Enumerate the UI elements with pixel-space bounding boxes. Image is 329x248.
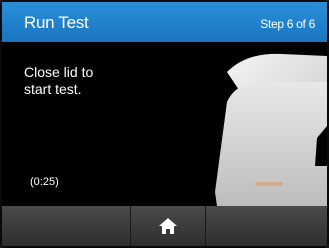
footer-bar xyxy=(2,206,327,246)
header-bar: Run Test Step 6 of 6 xyxy=(2,2,327,42)
countdown-timer: (0:25) xyxy=(30,176,59,188)
home-button[interactable] xyxy=(130,206,206,246)
instruction-text: Close lid to start test. xyxy=(24,64,94,97)
device-screen: Run Test Step 6 of 6 Close lid to start … xyxy=(0,0,329,248)
page-title: Run Test xyxy=(24,13,89,32)
analyzer-lid-illustration xyxy=(215,53,327,206)
step-indicator: Step 6 of 6 xyxy=(260,17,315,31)
home-icon xyxy=(159,218,177,234)
main-content: Close lid to start test. (0:25) xyxy=(2,42,327,206)
